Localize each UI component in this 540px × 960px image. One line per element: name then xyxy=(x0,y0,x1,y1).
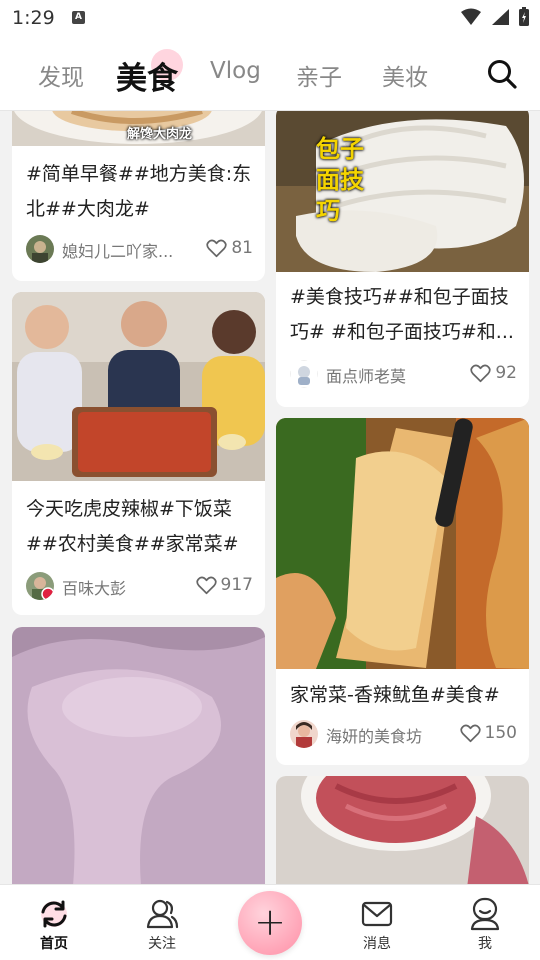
image-caption-text: 包子面技巧 xyxy=(316,135,364,225)
nav-following-label: 关注 xyxy=(148,936,176,952)
tab-discover[interactable]: 发现 xyxy=(38,58,84,92)
nav-messages[interactable]: 消息 xyxy=(337,897,417,953)
feed-card[interactable] xyxy=(12,627,265,884)
plus-icon: + xyxy=(254,900,286,944)
notification-icon: A xyxy=(72,11,85,24)
author-name[interactable]: 媳妇儿二吖家... xyxy=(62,238,173,262)
status-bar: 1:29 A xyxy=(0,0,540,36)
like-number: 917 xyxy=(220,575,253,595)
heart-icon xyxy=(459,724,481,742)
heart-icon xyxy=(470,364,492,382)
status-time: 1:29 xyxy=(12,7,55,29)
heart-icon xyxy=(195,576,217,594)
search-icon[interactable] xyxy=(486,58,518,90)
wifi-icon xyxy=(461,8,481,25)
image-caption: 解馋大肉龙 xyxy=(127,127,193,142)
card-title: #简单早餐##地方美食:东北##大肉龙# xyxy=(26,163,252,220)
tab-beauty[interactable]: 美妆 xyxy=(382,58,428,92)
people-icon xyxy=(146,899,179,929)
like-number: 150 xyxy=(484,723,517,743)
tab-food[interactable]: 美食 xyxy=(116,53,178,98)
feed-card[interactable]: 解馋大肉龙 #简单早餐##地方美食:东北##大肉龙# 媳妇儿二吖家... 81 xyxy=(12,111,265,281)
nav-me[interactable]: 我 xyxy=(445,897,525,953)
card-meta: 海妍的美食坊 150 xyxy=(290,720,517,750)
avatar xyxy=(26,572,54,600)
author-name[interactable]: 面点师老莫 xyxy=(326,363,406,387)
like-count[interactable]: 92 xyxy=(470,363,517,383)
publish-button[interactable]: + xyxy=(238,891,302,955)
heart-icon xyxy=(206,239,228,257)
like-count[interactable]: 150 xyxy=(459,723,517,743)
mail-icon xyxy=(361,901,393,927)
like-count[interactable]: 81 xyxy=(206,238,253,258)
card-image xyxy=(276,111,529,272)
battery-icon xyxy=(519,7,529,26)
card-meta: 媳妇儿二吖家... 81 xyxy=(26,235,253,265)
card-image xyxy=(276,418,529,669)
feed: 解馋大肉龙 #简单早餐##地方美食:东北##大肉龙# 媳妇儿二吖家... 81 xyxy=(0,111,540,884)
avatar xyxy=(26,235,54,263)
card-meta: 百味大彭 917 xyxy=(26,572,253,602)
card-image xyxy=(12,627,265,884)
like-number: 81 xyxy=(231,238,253,258)
card-meta: 面点师老莫 92 xyxy=(290,360,517,390)
author-name[interactable]: 百味大彭 xyxy=(62,575,126,599)
like-number: 92 xyxy=(495,363,517,383)
feed-card[interactable] xyxy=(276,776,529,884)
card-title: 今天吃虎皮辣椒#下饭菜##农村美食##家常菜# xyxy=(26,498,239,555)
feed-card[interactable]: 今天吃虎皮辣椒#下饭菜##农村美食##家常菜# 百味大彭 917 xyxy=(12,292,265,615)
card-title: #美食技巧##和包子面技巧# #和包子面技巧#和... xyxy=(290,286,514,343)
nav-messages-label: 消息 xyxy=(363,936,391,952)
feed-card[interactable]: 包子面技巧 #美食技巧##和包子面技巧# #和包子面技巧#和... 面点师老莫 … xyxy=(276,111,529,407)
person-icon xyxy=(470,897,500,931)
author-name[interactable]: 海妍的美食坊 xyxy=(326,723,422,747)
nav-home[interactable]: 首页 xyxy=(14,897,94,953)
card-image xyxy=(276,776,529,884)
like-count[interactable]: 917 xyxy=(195,575,253,595)
card-image xyxy=(12,292,265,481)
bottom-nav: 首页 关注 + 消息 我 xyxy=(0,884,540,960)
image-caption: 包子面技巧 xyxy=(316,134,396,264)
nav-following[interactable]: 关注 xyxy=(122,897,202,953)
card-title: 家常菜-香辣鱿鱼#美食# xyxy=(290,684,500,706)
signal-icon xyxy=(492,9,509,25)
tab-parenting[interactable]: 亲子 xyxy=(296,58,342,92)
nav-home-label: 首页 xyxy=(40,936,68,952)
nav-me-label: 我 xyxy=(478,936,492,952)
refresh-icon xyxy=(41,900,67,928)
status-icons xyxy=(460,7,530,27)
avatar xyxy=(290,360,318,388)
feed-card[interactable]: 家常菜-香辣鱿鱼#美食# 海妍的美食坊 150 xyxy=(276,418,529,765)
category-tabs: 发现 美食 Vlog 亲子 美妆 xyxy=(0,36,540,111)
tab-vlog[interactable]: Vlog xyxy=(210,58,261,84)
avatar xyxy=(290,720,318,748)
